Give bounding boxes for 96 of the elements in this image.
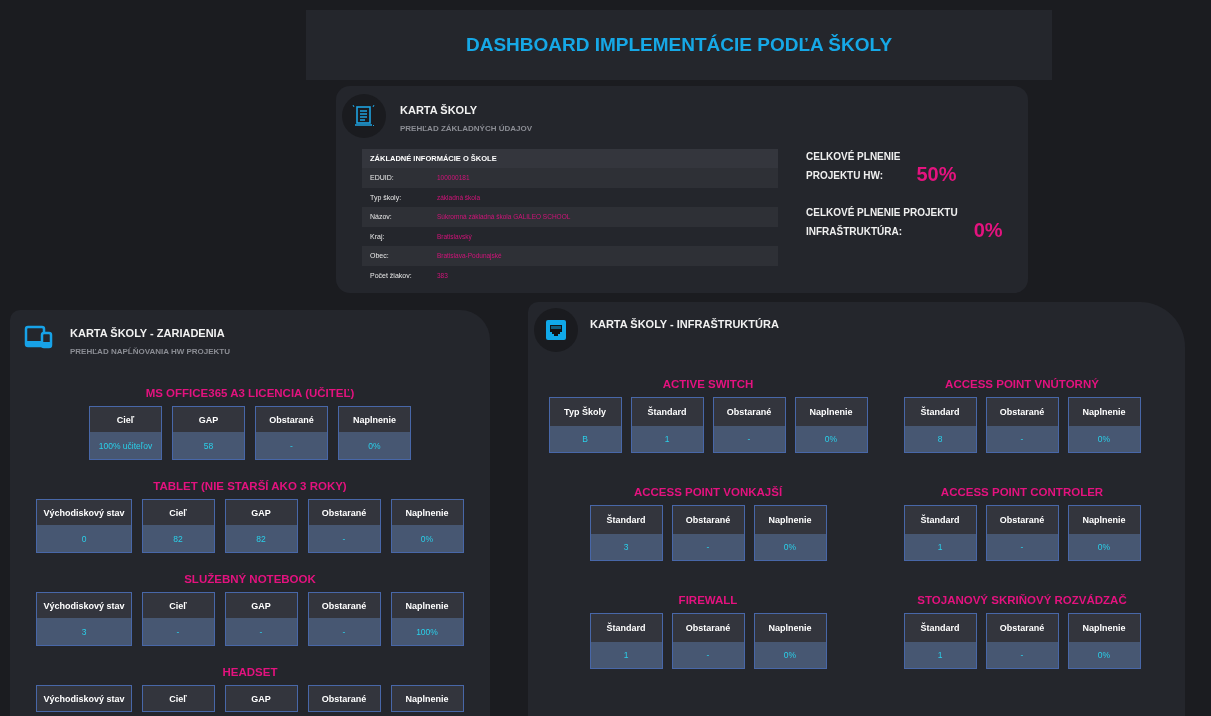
kpi-label: Východiskový stav: [37, 686, 131, 711]
kpi-label: Naplnenie: [391, 686, 463, 711]
kpi-value: 1: [622, 649, 630, 662]
kpi-value: -: [175, 625, 181, 639]
card-title: KARTA ŠKOLY: [400, 104, 479, 116]
kpi-value: 58: [202, 439, 215, 453]
group-heading: TABLET (NIE STARŠÍ AKO 3 ROKY): [153, 480, 347, 493]
group-heading: MS OFFICE365 A3 LICENCIA (UČITEĽ): [145, 387, 355, 400]
kpi-label: Východiskový stav: [37, 500, 131, 525]
kpi-label: Obstarané: [672, 506, 744, 534]
group-heading: SLUŽEBNÝ NOTEBOOK: [184, 573, 316, 586]
kpi-value: 100%: [415, 625, 439, 639]
kpi-value: -: [705, 541, 711, 554]
kpi-value: 82: [172, 532, 184, 546]
kpi-label: Štandard: [590, 614, 662, 642]
card-subtitle: PREHĽAD ZÁKLADNÝCH ÚDAJOV: [400, 124, 532, 133]
group-heading: FIREWALL: [678, 594, 738, 607]
stat-label: CELKOVÉ PLNENIE PROJEKTU: [806, 207, 958, 218]
kpi-label: GAP: [225, 686, 297, 711]
group-heading: ACTIVE SWITCH: [662, 378, 754, 391]
kpi-label: Cieľ: [142, 593, 214, 618]
kpi-value: -: [1019, 649, 1025, 662]
kpi-label: Obstarané: [672, 614, 744, 642]
kpi-label: GAP: [225, 593, 297, 618]
kpi-value: 0%: [367, 439, 382, 453]
kpi-value: B: [581, 433, 589, 446]
group-heading: ACCESS POINT VONKAJŠÍ: [633, 486, 783, 499]
kpi-value: 0%: [782, 649, 798, 662]
kpi-value: 0: [80, 532, 88, 546]
kpi-value: -: [289, 439, 294, 453]
kpi-label: Štandard: [904, 398, 976, 426]
kpi-label: Typ Školy: [549, 398, 621, 426]
stat-label: CELKOVÉ PLNENIE: [806, 151, 901, 162]
kpi-label: Obstarané: [308, 500, 380, 525]
kpi-value: 100% učiteľov: [97, 439, 154, 453]
kpi-value: -: [705, 649, 711, 662]
kpi-value: -: [341, 532, 347, 546]
stat-value: 50%: [916, 163, 957, 186]
kpi-label: Naplnenie: [1068, 398, 1140, 426]
stat-label: PROJEKTU HW:: [806, 170, 885, 181]
kpi-label: Naplnenie: [1068, 614, 1140, 642]
kpi-label: Obstarané: [986, 398, 1058, 426]
kpi-value: 0%: [782, 541, 798, 554]
kpi-value: 82: [255, 532, 267, 546]
group-heading: HEADSET: [222, 666, 278, 679]
network-port-icon: [545, 319, 567, 341]
kpi-value: 0%: [1096, 541, 1112, 554]
kpi-value: 3: [622, 541, 630, 554]
kpi-value: 1: [663, 433, 671, 446]
kpi-label: Naplnenie: [1068, 506, 1140, 534]
stat-label: INFRAŠTRUKTÚRA:: [806, 226, 904, 237]
group-heading: ACCESS POINT CONTROLER: [940, 486, 1104, 499]
kpi-value: 1: [936, 649, 944, 662]
kpi-label: Naplnenie: [391, 500, 463, 525]
kpi-label: Obstarané: [308, 593, 380, 618]
document-icon: [351, 103, 377, 129]
kpi-value: 3: [80, 625, 88, 639]
devices-icon: [24, 325, 54, 349]
kpi-label: Štandard: [904, 614, 976, 642]
card-title: KARTA ŠKOLY - ZARIADENIA: [70, 327, 226, 339]
group-heading: STOJANOVÝ SKRIŇOVÝ ROZVÁDZAČ: [917, 594, 1127, 607]
kpi-value: 0%: [1096, 649, 1112, 662]
kpi-label: GAP: [225, 500, 297, 525]
kpi-label: Cieľ: [90, 407, 161, 432]
stat-value: 0%: [973, 219, 1003, 242]
kpi-label: Obstarané: [986, 506, 1058, 534]
kpi-value: 1: [936, 541, 944, 554]
kpi-label: Naplnenie: [391, 593, 463, 618]
kpi-label: Naplnenie: [795, 398, 867, 426]
kpi-label: GAP: [173, 407, 244, 432]
kpi-value: -: [1019, 541, 1025, 554]
card-subtitle: PREHĽAD NAPĹŇOVANIA HW PROJEKTU: [70, 347, 230, 356]
kpi-label: Obstarané: [256, 407, 327, 432]
card-title: KARTA ŠKOLY - INFRAŠTRUKTÚRA: [590, 318, 779, 330]
kpi-value: -: [1019, 433, 1025, 446]
kpi-value: -: [746, 433, 752, 446]
kpi-label: Štandard: [590, 506, 662, 534]
dashboard-title: DASHBOARD IMPLEMENTÁCIE PODĽA ŠKOLY: [465, 34, 893, 56]
kpi-value: 0%: [823, 433, 839, 446]
kpi-label: Obstarané: [308, 686, 380, 711]
kpi-label: Cieľ: [142, 500, 214, 525]
kpi-value: -: [258, 625, 264, 639]
kpi-label: Štandard: [904, 506, 976, 534]
kpi-label: Východiskový stav: [37, 593, 131, 618]
kpi-value: 8: [936, 433, 944, 446]
kpi-label: Naplnenie: [339, 407, 410, 432]
kpi-label: Obstarané: [713, 398, 785, 426]
kpi-label: Naplnenie: [754, 506, 826, 534]
kpi-label: Obstarané: [986, 614, 1058, 642]
kpi-label: Naplnenie: [754, 614, 826, 642]
kpi-value: -: [341, 625, 347, 639]
kpi-label: Štandard: [631, 398, 703, 426]
group-heading: ACCESS POINT VNÚTORNÝ: [945, 378, 1099, 391]
kpi-value: 0%: [1096, 433, 1112, 446]
kpi-value: 0%: [419, 532, 435, 546]
kpi-label: Cieľ: [142, 686, 214, 711]
